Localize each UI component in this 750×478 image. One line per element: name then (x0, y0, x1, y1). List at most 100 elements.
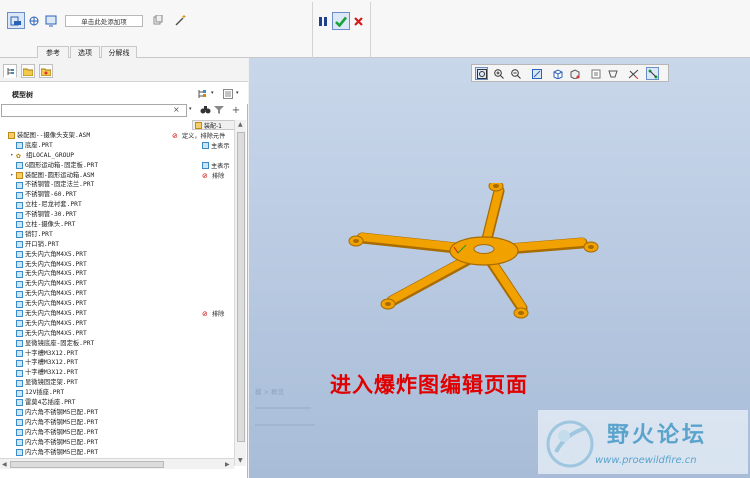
model-tree-item[interactable]: 无头内六角M4X5.PRT (0, 260, 200, 270)
model-tree-item[interactable]: 内六角不锈钢M5已配.PRT (0, 428, 200, 438)
model-tree-item[interactable]: 显微镜固定架.PRT (0, 378, 200, 388)
saved-views-button[interactable] (568, 67, 581, 80)
model-tree-item[interactable]: 内六角不锈钢M5已配.PRT (0, 418, 200, 428)
saved-views-icon (570, 68, 579, 79)
tree-filter-button[interactable] (197, 88, 211, 100)
datum-display-button[interactable] (627, 67, 640, 80)
checkmark-icon (335, 16, 347, 27)
tab-favorites[interactable] (39, 64, 53, 78)
model-tree-item[interactable]: 内六角不锈钢M5已配.PRT (0, 448, 200, 458)
model-tree-item[interactable]: 无头内六角M4X5.PRT (0, 309, 200, 319)
status-cell: 主表示 (202, 141, 230, 150)
part-icon (16, 439, 23, 447)
move-component-button[interactable] (26, 12, 42, 29)
model-tree-item[interactable]: 无头内六角M4X5.PRT (0, 329, 200, 339)
model-tree-item[interactable]: 立柱-尼龙衬套.PRT (0, 200, 200, 210)
part-icon (16, 330, 23, 338)
horizontal-scrollbar[interactable]: ◀ ▶ (0, 458, 234, 469)
part-icon (202, 161, 209, 169)
view-manager-button[interactable] (589, 67, 602, 80)
model-tree-item[interactable]: 无头内六角M4X5.PRT (0, 299, 200, 309)
graphics-window[interactable]: 模 > 概览 进入爆炸图编辑页面 野火论坛 www.proewildfire.c… (249, 58, 750, 478)
model-tree-item[interactable]: 内六角不锈钢M5已配.PRT (0, 408, 200, 418)
tab-folder-browser[interactable] (21, 64, 35, 78)
part-icon (16, 191, 23, 199)
scroll-left-icon[interactable]: ◀ (2, 461, 7, 468)
refit-button[interactable] (475, 67, 488, 80)
tab-options[interactable]: 选项 (70, 46, 100, 58)
chevron-down-icon[interactable]: ▾ (211, 90, 214, 96)
pause-button[interactable] (316, 13, 330, 29)
model-tree-item[interactable]: 不锈钢管-固定法兰.PRT (0, 180, 200, 190)
model-tree-item[interactable]: ▸ ✿ 组LOCAL_GROUP (0, 151, 200, 161)
model-tree-item[interactable]: 无头内六角M4X5.PRT (0, 269, 200, 279)
model-tree-item[interactable]: 十字槽M3X12.PRT (0, 349, 200, 359)
model-tree-item[interactable]: 不锈钢管-60.PRT (0, 190, 200, 200)
model-tree-item[interactable]: ▸ 装配图-圆形运动箱.ASM (0, 171, 200, 181)
show-menu-button[interactable] (222, 88, 234, 100)
display-icon (45, 15, 57, 26)
repaint-button[interactable] (530, 67, 543, 80)
find-button[interactable] (199, 104, 211, 116)
clear-search-icon[interactable]: × (173, 105, 180, 114)
model-tree-item[interactable]: 无头内六角M4X5.PRT (0, 289, 200, 299)
navigator-tabs (0, 58, 248, 82)
model-tree-item-label: 装配图--摄像头支架.ASM (17, 132, 91, 139)
model-tree-item[interactable]: 十字槽M3X12.PRT (0, 368, 200, 378)
explode-view-button[interactable] (7, 12, 25, 29)
model-tree-item-label: 立柱-尼龙衬套.PRT (25, 201, 82, 209)
zoom-in-button[interactable] (492, 67, 505, 80)
model-tree-item[interactable]: 十字槽M3X12.PRT (0, 358, 200, 368)
scroll-up-icon[interactable]: ▲ (238, 121, 243, 128)
tab-references[interactable]: 参考 (37, 46, 69, 58)
add-item-collector[interactable]: 单击此处添加项 (65, 15, 143, 27)
expand-toggle-icon[interactable]: ▸ (8, 151, 16, 161)
expand-toggle-icon[interactable]: ▸ (8, 171, 16, 181)
annotation-display-button[interactable] (646, 67, 659, 80)
status-cell-label: 排除 (212, 311, 225, 319)
perspective-button[interactable] (606, 67, 619, 80)
scroll-down-icon[interactable]: ▼ (238, 457, 243, 464)
chevron-down-icon[interactable]: ▾ (236, 90, 239, 96)
confirm-button[interactable] (332, 12, 350, 30)
horizontal-scroll-thumb[interactable] (10, 461, 164, 468)
search-options-icon[interactable]: ▾ (189, 106, 192, 112)
model-tree-item[interactable]: 不锈钢管-30.PRT (0, 210, 200, 220)
model-tree-item-label: 无头内六角M4X5.PRT (25, 300, 87, 308)
copy-position-button[interactable] (151, 13, 165, 27)
search-input[interactable] (1, 104, 187, 117)
model-tree-item[interactable]: 装配图--摄像头支架.ASM (0, 131, 200, 141)
model-tree-item[interactable]: 无头内六角M4X5.PRT (0, 319, 200, 329)
vertical-scroll-thumb[interactable] (237, 132, 245, 442)
model-tree-item[interactable]: 无头内六角M4X5.PRT (0, 279, 200, 289)
model-tree-item[interactable]: 立柱-摄像头.PRT (0, 220, 200, 230)
model-tree-item-label: 无头内六角M4X5.PRT (25, 270, 87, 278)
tab-offset-lines[interactable]: 分解线 (101, 46, 137, 58)
model-tree-item[interactable]: 开口销.PRT (0, 240, 200, 250)
model-tree-item[interactable]: 显微镜底座-固定板.PRT (0, 339, 200, 349)
scroll-right-icon[interactable]: ▶ (225, 461, 230, 468)
model-tree-item[interactable]: 底座.PRT (0, 141, 200, 151)
view-button[interactable] (43, 12, 59, 29)
wizard-button[interactable] (173, 13, 187, 27)
binoculars-icon (200, 106, 210, 114)
zoom-in-icon (493, 68, 504, 79)
model-tree-item[interactable]: G圆形运动箱-固定板.PRT (0, 161, 200, 171)
tab-model-tree[interactable] (3, 64, 17, 78)
model-tree-item[interactable]: 无头内六角M4X5.PRT (0, 250, 200, 260)
zoom-out-button[interactable] (509, 67, 522, 80)
filter-button[interactable] (213, 104, 225, 116)
add-column-button[interactable]: + (230, 104, 242, 116)
model-tree-item[interactable]: 12V插座.PRT (0, 388, 200, 398)
model-tree: 装配图--摄像头支架.ASM 底座.PRT ▸ ✿ 组LOCAL_GROUP G圆形运动箱… (0, 118, 234, 458)
model-tree-item[interactable]: 销钉.PRT (0, 230, 200, 240)
caster-axle (588, 245, 594, 249)
model-tree-title: 模型树 (12, 91, 33, 99)
display-style-button[interactable] (551, 67, 564, 80)
model-tree-item[interactable]: 内六角不锈钢M5已配.PRT (0, 438, 200, 448)
vertical-scrollbar[interactable]: ▲ ▼ (234, 120, 246, 466)
cancel-button[interactable] (351, 13, 365, 29)
status-cell-label: 定义，排除元件 (182, 133, 226, 140)
assembly-icon (16, 172, 23, 179)
model-tree-item[interactable]: 雷莫4芯插座.PRT (0, 398, 200, 408)
